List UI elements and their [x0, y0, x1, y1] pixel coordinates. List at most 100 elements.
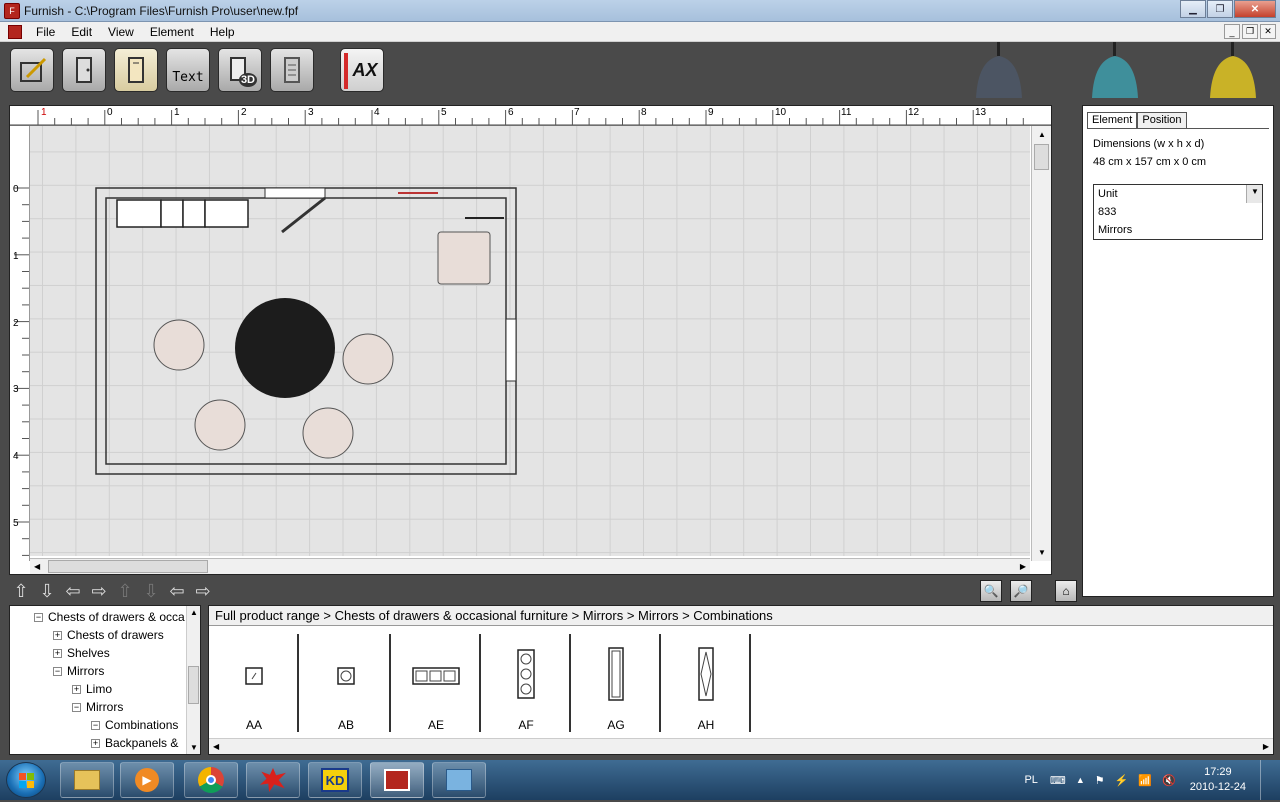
move-up-icon[interactable]: ⇧ — [114, 580, 136, 602]
element-info-list[interactable]: Unit 833 Mirrors ▼ — [1093, 184, 1263, 240]
close-button[interactable]: ✕ — [1234, 0, 1276, 18]
product-item-ah[interactable]: AH — [661, 634, 751, 732]
app-icon[interactable]: F — [4, 2, 20, 19]
rotate-left-icon[interactable]: ⇦ — [166, 580, 188, 602]
rotate-right-icon[interactable]: ⇨ — [192, 580, 214, 602]
minimize-button[interactable]: ▁ — [1180, 0, 1206, 18]
move-down-icon[interactable]: ⇩ — [140, 580, 162, 602]
menu-element[interactable]: Element — [142, 25, 202, 39]
cabinet-1[interactable] — [116, 199, 162, 228]
menu-view[interactable]: View — [100, 25, 142, 39]
tree-scroll-down-icon[interactable]: ▼ — [190, 743, 198, 752]
action-center-flag-icon[interactable]: ⚑ — [1095, 774, 1105, 787]
calculator-button[interactable] — [270, 48, 314, 92]
chair-4[interactable] — [302, 407, 354, 459]
catalog-horizontal-scrollbar[interactable]: ◀ ▶ — [209, 738, 1273, 754]
floor-plan-grid[interactable] — [30, 126, 1030, 556]
horizontal-scroll-thumb[interactable] — [48, 560, 208, 573]
restore-button[interactable]: ❐ — [1207, 0, 1233, 18]
door[interactable] — [281, 196, 326, 234]
mdi-close-button[interactable]: ✕ — [1260, 24, 1276, 39]
taskbar-media-player[interactable]: ▶ — [120, 762, 174, 798]
text-tool-button[interactable]: Text — [166, 48, 210, 92]
canvas-vertical-scrollbar[interactable]: ▲ ▼ — [1031, 126, 1051, 561]
expand-icon[interactable]: + — [91, 738, 100, 748]
power-icon[interactable]: ⚡ — [1115, 774, 1129, 787]
cabinet-2[interactable] — [160, 199, 184, 228]
collapse-icon[interactable]: − — [34, 612, 43, 622]
taskbar-control-panel[interactable] — [432, 762, 486, 798]
document-icon[interactable] — [8, 24, 22, 39]
network-signal-icon[interactable]: 📶 — [1138, 774, 1152, 787]
scroll-up-arrow-icon[interactable]: ▲ — [1038, 130, 1046, 139]
tray-expand-icon[interactable]: ▲ — [1076, 775, 1085, 785]
product-item-ae[interactable]: AE — [391, 634, 481, 732]
window-right[interactable] — [505, 318, 517, 382]
list-scroll-down-icon[interactable]: ▼ — [1251, 183, 1259, 201]
3d-view-button[interactable]: 3D — [218, 48, 262, 92]
menu-edit[interactable]: Edit — [63, 25, 100, 39]
door-tool-button[interactable] — [62, 48, 106, 92]
taskbar-kd[interactable]: KD — [308, 762, 362, 798]
scroll-right-arrow-icon[interactable]: ▶ — [1020, 562, 1026, 571]
list-item[interactable]: 833 — [1094, 203, 1262, 221]
move-left-icon[interactable]: ⇦ — [62, 580, 84, 602]
rotate-up-left-icon[interactable]: ⇧ — [10, 580, 32, 602]
scroll-left-arrow-icon[interactable]: ◀ — [34, 562, 40, 571]
catalog-scroll-right-icon[interactable]: ▶ — [1263, 742, 1269, 751]
collapse-icon[interactable]: − — [91, 720, 100, 730]
start-button[interactable] — [6, 762, 46, 798]
catalog-scroll-left-icon[interactable]: ◀ — [213, 742, 219, 751]
rotate-down-icon[interactable]: ⇩ — [36, 580, 58, 602]
product-item-ab[interactable]: AB — [301, 634, 391, 732]
vertical-scroll-thumb[interactable] — [1034, 144, 1049, 170]
zoom-in-button[interactable]: 🔎 — [1010, 580, 1032, 602]
mdi-restore-button[interactable]: ❐ — [1242, 24, 1258, 39]
language-indicator[interactable]: PL — [1024, 774, 1037, 786]
product-item-aa[interactable]: AA — [209, 634, 299, 732]
taskbar-red-app[interactable] — [246, 762, 300, 798]
taskbar-chrome[interactable] — [184, 762, 238, 798]
mdi-minimize-button[interactable]: _ — [1224, 24, 1240, 39]
collapse-icon[interactable]: − — [53, 666, 62, 676]
tab-element[interactable]: Element — [1087, 112, 1138, 128]
tree-item[interactable]: + Backpanels & — [91, 734, 178, 752]
scroll-down-arrow-icon[interactable]: ▼ — [1038, 548, 1046, 557]
armchair[interactable] — [437, 231, 491, 285]
list-item[interactable]: Unit — [1094, 185, 1262, 203]
window-top[interactable] — [264, 187, 326, 199]
cabinet-tool-button[interactable] — [114, 48, 158, 92]
expand-icon[interactable]: + — [72, 684, 81, 694]
zoom-out-button[interactable]: 🔍 — [980, 580, 1002, 602]
keyboard-icon[interactable]: ⌨ — [1050, 774, 1066, 787]
dining-table[interactable] — [235, 298, 335, 398]
tree-item[interactable]: − Mirrors — [53, 662, 104, 680]
menu-help[interactable]: Help — [202, 25, 243, 39]
tree-item[interactable]: − Chests of drawers & occa — [34, 608, 185, 626]
tree-item[interactable]: + Shelves — [53, 644, 110, 662]
tree-item[interactable]: − Mirrors — [72, 698, 123, 716]
ax-logo-button[interactable]: AX — [340, 48, 384, 92]
home-button[interactable]: ⌂ — [1055, 580, 1077, 602]
product-item-af[interactable]: AF — [481, 634, 571, 732]
taskbar-explorer[interactable] — [60, 762, 114, 798]
cabinet-4[interactable] — [204, 199, 249, 228]
move-right-icon[interactable]: ⇨ — [88, 580, 110, 602]
volume-muted-icon[interactable]: 🔇 — [1162, 774, 1176, 787]
tree-item[interactable]: + Chests of drawers — [53, 626, 164, 644]
list-item[interactable]: Mirrors — [1094, 221, 1262, 239]
expand-icon[interactable]: + — [53, 630, 62, 640]
collapse-icon[interactable]: − — [72, 702, 81, 712]
chair-3[interactable] — [194, 399, 246, 451]
cabinet-3[interactable] — [182, 199, 206, 228]
list-scrollbar[interactable]: ▼ — [1246, 185, 1262, 203]
clock[interactable]: 17:29 2010-12-24 — [1190, 765, 1246, 795]
tree-scroll-up-icon[interactable]: ▲ — [190, 608, 198, 617]
tree-item[interactable]: + Limo — [72, 680, 112, 698]
chair-2[interactable] — [342, 333, 394, 385]
tree-scroll-thumb[interactable] — [188, 666, 199, 704]
expand-icon[interactable]: + — [53, 648, 62, 658]
canvas-horizontal-scrollbar[interactable]: ◀ ▶ — [30, 558, 1030, 574]
taskbar-furnish[interactable] — [370, 762, 424, 798]
tab-position[interactable]: Position — [1137, 112, 1187, 128]
